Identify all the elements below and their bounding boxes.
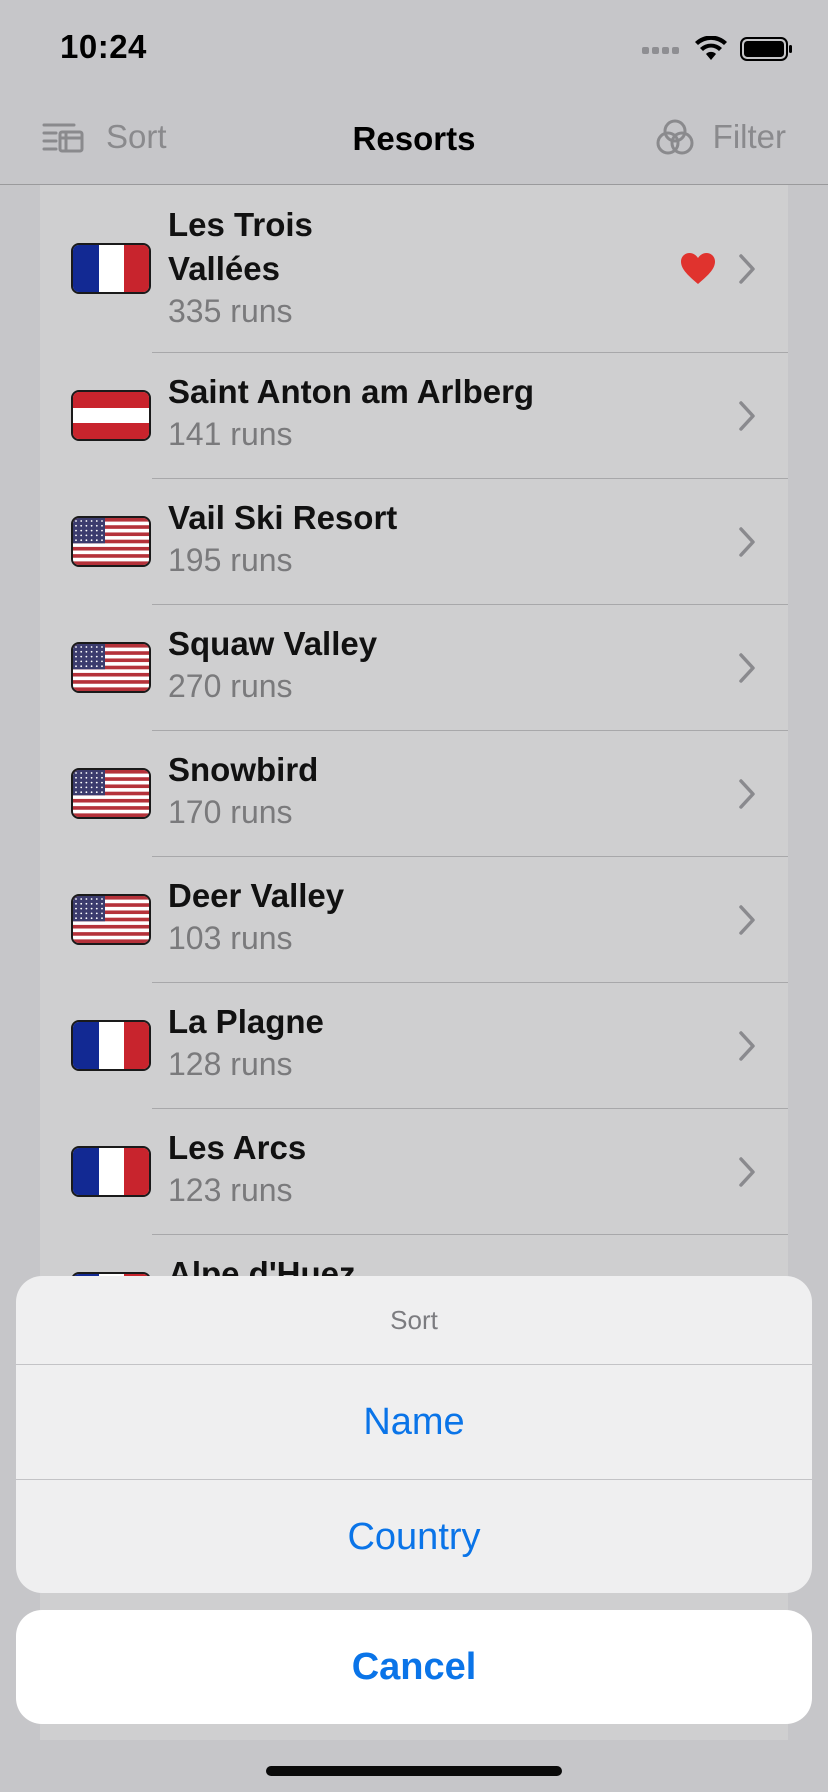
list-item[interactable]: Les Arcs 123 runs	[40, 1109, 788, 1235]
list-item[interactable]: La Plagne 128 runs	[40, 983, 788, 1109]
flag-usa-icon	[71, 768, 151, 819]
flag-usa-icon	[71, 642, 151, 693]
list-item[interactable]: Les Trois Vallées 335 runs	[40, 185, 788, 353]
chevron-right-icon	[739, 779, 755, 809]
flag-usa-icon	[71, 894, 151, 945]
list-item[interactable]: Saint Anton am Arlberg 141 runs	[40, 353, 788, 479]
chevron-right-icon	[739, 527, 755, 557]
resort-runs: 170 runs	[168, 794, 293, 830]
resort-name-line2: Vallées	[168, 250, 280, 287]
resort-name: Vail Ski Resort	[168, 499, 398, 536]
list-item[interactable]: Vail Ski Resort 195 runs	[40, 479, 788, 605]
wifi-icon	[695, 36, 727, 60]
resort-name: Saint Anton am Arlberg	[168, 373, 535, 410]
home-indicator[interactable]	[266, 1766, 562, 1776]
status-time: 10:24	[60, 28, 147, 65]
action-sheet-title: Sort	[390, 1305, 438, 1335]
filter-button[interactable]: Filter	[655, 118, 786, 156]
cancel-button[interactable]: Cancel	[16, 1610, 812, 1724]
chevron-right-icon	[739, 1157, 755, 1187]
chevron-right-icon	[739, 905, 755, 935]
list-item[interactable]: Squaw Valley 270 runs	[40, 605, 788, 731]
chevron-right-icon	[739, 401, 755, 431]
chevron-right-icon	[739, 1031, 755, 1061]
heart-icon[interactable]	[680, 252, 716, 286]
resort-name: Squaw Valley	[168, 625, 378, 662]
list-item[interactable]: Deer Valley 103 runs	[40, 857, 788, 983]
status-icons	[642, 36, 794, 62]
resort-runs: 335 runs	[168, 293, 293, 329]
chevron-right-icon	[739, 254, 755, 284]
resort-runs: 123 runs	[168, 1172, 293, 1208]
resort-runs: 103 runs	[168, 920, 293, 956]
cellular-signal-icon	[642, 47, 679, 54]
flag-usa-icon	[71, 516, 151, 567]
flag-france-icon	[71, 243, 151, 294]
resort-name: La Plagne	[168, 1003, 324, 1040]
list-item[interactable]: Snowbird 170 runs	[40, 731, 788, 857]
resort-name: Les Trois	[168, 206, 313, 243]
chevron-right-icon	[739, 653, 755, 683]
resort-name: Snowbird	[168, 751, 319, 788]
flag-france-icon	[71, 1146, 151, 1197]
flag-france-icon	[71, 1020, 151, 1071]
resort-name: Deer Valley	[168, 877, 345, 914]
filter-icon	[656, 119, 694, 155]
sort-by-name-button[interactable]: Name	[16, 1365, 812, 1479]
sort-action-sheet: Sort Name Country	[16, 1276, 812, 1593]
resort-runs: 128 runs	[168, 1046, 293, 1082]
battery-icon	[740, 37, 792, 61]
resort-name: Les Arcs	[168, 1129, 307, 1166]
resort-runs: 195 runs	[168, 542, 293, 578]
flag-austria-icon	[71, 390, 151, 441]
resort-runs: 270 runs	[168, 668, 293, 704]
resort-runs: 141 runs	[168, 416, 293, 452]
sort-by-country-button[interactable]: Country	[16, 1480, 812, 1593]
filter-label: Filter	[712, 118, 786, 155]
